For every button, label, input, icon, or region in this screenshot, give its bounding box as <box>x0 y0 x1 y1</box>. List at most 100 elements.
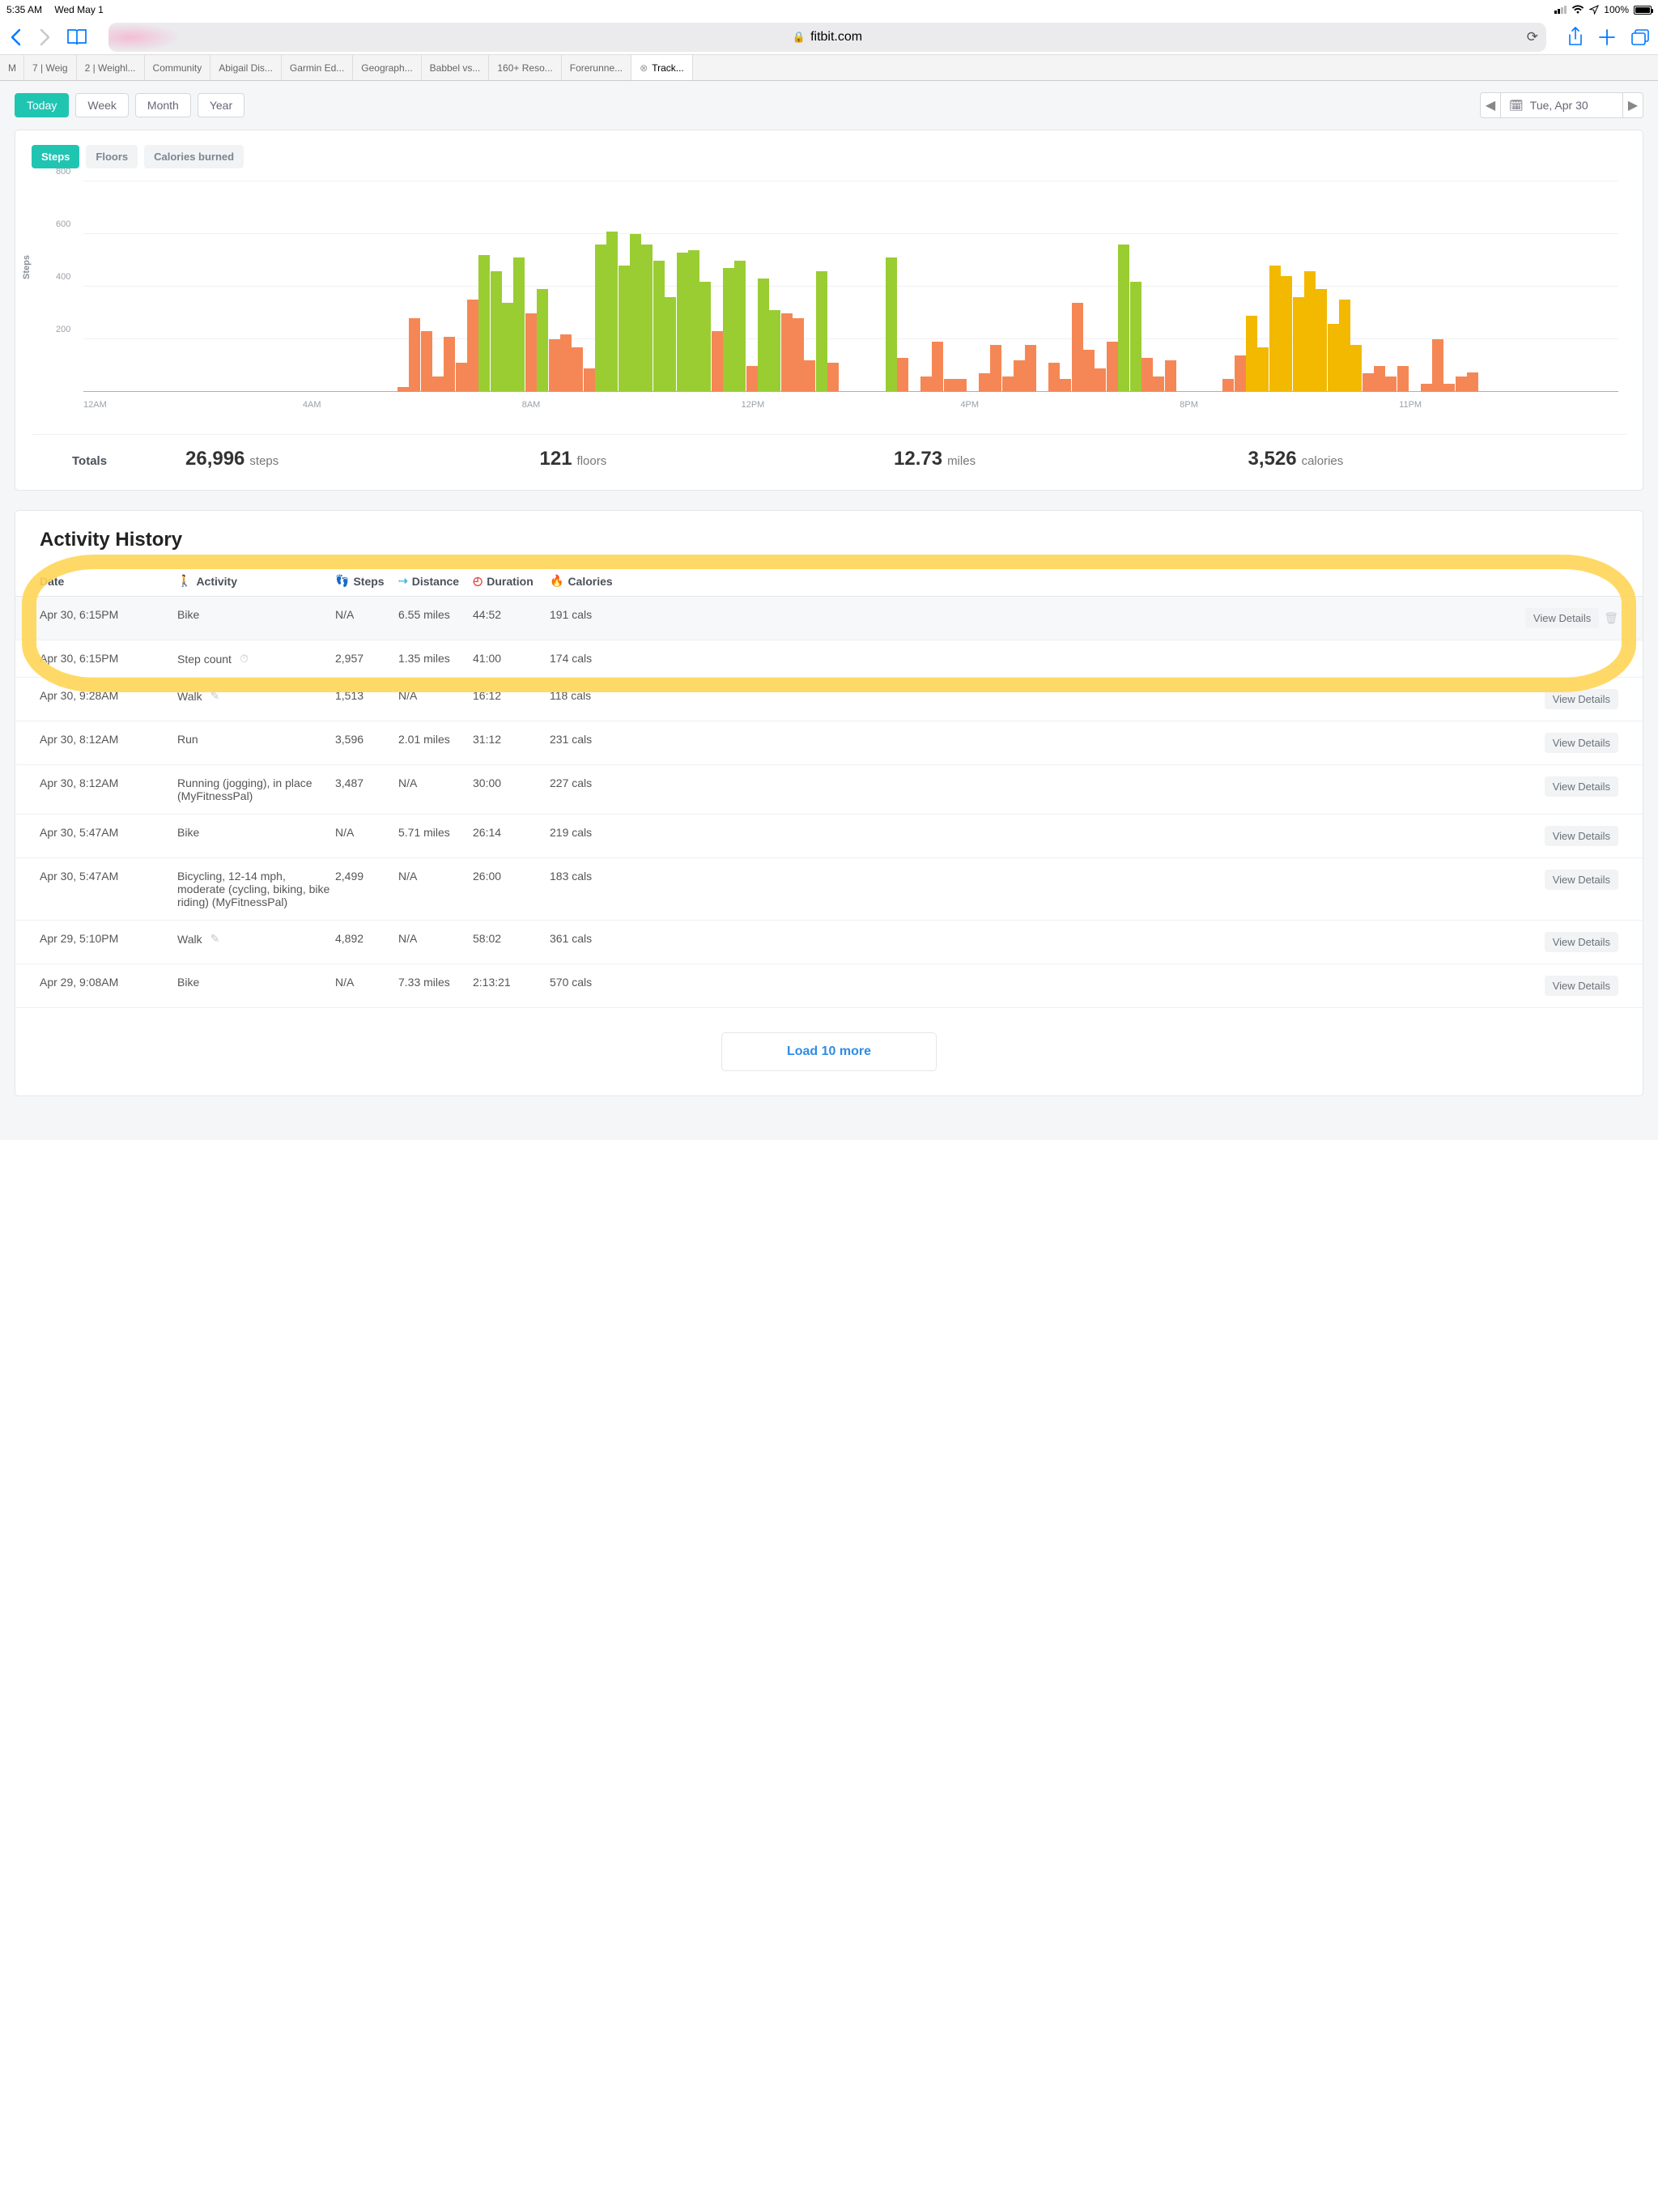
browser-tab-active[interactable]: ⊗Track... <box>631 55 693 80</box>
activity-history-card: Activity History Date 🚶 Activity 👣 Steps… <box>15 510 1643 1096</box>
range-year[interactable]: Year <box>198 93 244 117</box>
cell-calories: 231 cals <box>550 733 627 746</box>
cell-activity: Walk ✎ <box>177 689 335 703</box>
table-row[interactable]: Apr 30, 5:47AMBicycling, 12-14 mph, mode… <box>15 858 1643 921</box>
totals-row: Totals 26,996steps 121floors 12.73miles … <box>32 434 1626 490</box>
table-row[interactable]: Apr 30, 8:12AMRun3,5962.01 miles31:12231… <box>15 721 1643 765</box>
cell-activity: Run <box>177 733 335 746</box>
cell-distance: 2.01 miles <box>398 733 473 746</box>
chart-tab-floors[interactable]: Floors <box>86 145 138 168</box>
totals-calories: 3,526 <box>1248 448 1297 470</box>
cell-activity: Bicycling, 12-14 mph, moderate (cycling,… <box>177 870 335 908</box>
load-more-button[interactable]: Load 10 more <box>721 1032 937 1071</box>
table-row[interactable]: Apr 30, 6:15PMBikeN/A6.55 miles44:52191 … <box>15 597 1643 640</box>
cell-distance: N/A <box>398 932 473 945</box>
browser-tab[interactable]: 2 | Weighl... <box>77 55 145 80</box>
table-row[interactable]: Apr 30, 6:15PMStep count ⏱2,9571.35 mile… <box>15 640 1643 678</box>
range-today[interactable]: Today <box>15 93 69 117</box>
cell-calories: 361 cals <box>550 932 627 945</box>
cell-calories: 183 cals <box>550 870 627 883</box>
clock-icon: ⏱ <box>240 652 249 666</box>
cell-duration: 2:13:21 <box>473 976 550 989</box>
cell-steps: 1,513 <box>335 689 398 702</box>
cell-distance: 5.71 miles <box>398 826 473 839</box>
cell-date: Apr 30, 6:15PM <box>40 608 177 621</box>
col-steps: Steps <box>353 575 384 588</box>
activity-icon: 🚶 <box>177 574 191 588</box>
wifi-icon <box>1571 5 1584 15</box>
totals-label: Totals <box>72 454 185 468</box>
new-tab-button[interactable] <box>1598 28 1616 46</box>
chart-tab-steps[interactable]: Steps <box>32 145 79 168</box>
browser-tab[interactable]: 7 | Weig <box>24 55 77 80</box>
view-details-button[interactable]: View Details <box>1545 689 1618 709</box>
cell-activity: Step count ⏱ <box>177 652 335 666</box>
cell-calories: 570 cals <box>550 976 627 989</box>
range-controls: Today Week Month Year ◀ 🗓Tue, Apr 30 ▶ <box>0 81 1658 130</box>
range-week[interactable]: Week <box>75 93 129 117</box>
view-details-button[interactable]: View Details <box>1545 870 1618 890</box>
browser-tab[interactable]: Geograph... <box>353 55 421 80</box>
browser-tab[interactable]: 160+ Reso... <box>489 55 561 80</box>
view-details-button[interactable]: View Details <box>1545 976 1618 996</box>
cell-date: Apr 30, 6:15PM <box>40 652 177 665</box>
back-button[interactable] <box>8 26 23 49</box>
col-distance: Distance <box>412 575 459 588</box>
date-prev[interactable]: ◀ <box>1480 92 1501 118</box>
cell-calories: 227 cals <box>550 776 627 789</box>
table-row[interactable]: Apr 30, 5:47AMBikeN/A5.71 miles26:14219 … <box>15 815 1643 858</box>
delete-icon[interactable]: 🗑 <box>1604 611 1618 624</box>
cell-date: Apr 30, 5:47AM <box>40 870 177 883</box>
view-details-button[interactable]: View Details <box>1545 733 1618 753</box>
browser-tab[interactable]: Community <box>145 55 211 80</box>
table-row[interactable]: Apr 30, 9:28AMWalk ✎1,513N/A16:12118 cal… <box>15 678 1643 721</box>
table-row[interactable]: Apr 30, 8:12AMRunning (jogging), in plac… <box>15 765 1643 815</box>
reload-button[interactable]: ⟳ <box>1527 29 1538 45</box>
duration-icon: ◴ <box>473 574 483 588</box>
browser-tab[interactable]: Forerunne... <box>562 55 631 80</box>
browser-tab[interactable]: Garmin Ed... <box>282 55 353 80</box>
share-button[interactable] <box>1567 27 1584 48</box>
col-calories: Calories <box>568 575 612 588</box>
date-current[interactable]: 🗓Tue, Apr 30 <box>1501 92 1622 118</box>
view-details-button[interactable]: View Details <box>1545 776 1618 797</box>
date-next[interactable]: ▶ <box>1622 92 1643 118</box>
url-host: fitbit.com <box>810 30 862 45</box>
battery-percent: 100% <box>1604 4 1629 15</box>
cell-calories: 118 cals <box>550 689 627 702</box>
view-details-button[interactable]: View Details <box>1545 932 1618 952</box>
table-header: Date 🚶 Activity 👣 Steps ⇢ Distance ◴ Dur… <box>15 566 1643 597</box>
bookmarks-icon[interactable] <box>66 28 87 46</box>
cell-date: Apr 30, 8:12AM <box>40 776 177 789</box>
table-row[interactable]: Apr 29, 9:08AMBikeN/A7.33 miles2:13:2157… <box>15 964 1643 1008</box>
browser-tab[interactable]: M <box>0 55 24 80</box>
location-icon <box>1589 5 1599 15</box>
date-picker: ◀ 🗓Tue, Apr 30 ▶ <box>1480 92 1643 118</box>
calendar-icon: 🗓 <box>1509 99 1524 113</box>
cell-steps: 2,957 <box>335 652 398 665</box>
view-details-button[interactable]: View Details <box>1525 608 1599 628</box>
cell-distance: N/A <box>398 776 473 789</box>
cell-date: Apr 30, 5:47AM <box>40 826 177 839</box>
cell-duration: 26:14 <box>473 826 550 839</box>
lock-icon: 🔒 <box>793 31 806 44</box>
browser-tab[interactable]: Babbel vs... <box>422 55 490 80</box>
tabs-button[interactable] <box>1630 28 1650 46</box>
calories-icon: 🔥 <box>550 574 563 588</box>
table-row[interactable]: Apr 29, 5:10PMWalk ✎4,892N/A58:02361 cal… <box>15 921 1643 964</box>
address-bar[interactable]: 🔒 fitbit.com ⟳ <box>108 23 1546 52</box>
close-icon[interactable]: ⊗ <box>640 62 648 74</box>
view-details-button[interactable]: View Details <box>1545 826 1618 846</box>
cell-distance: 7.33 miles <box>398 976 473 989</box>
edit-icon[interactable]: ✎ <box>210 932 220 946</box>
steps-icon: 👣 <box>335 574 349 588</box>
range-month[interactable]: Month <box>135 93 191 117</box>
cell-date: Apr 29, 9:08AM <box>40 976 177 989</box>
cell-activity: Bike <box>177 608 335 621</box>
chart-tab-calories[interactable]: Calories burned <box>144 145 244 168</box>
edit-icon[interactable]: ✎ <box>210 689 220 703</box>
cell-steps: N/A <box>335 826 398 839</box>
browser-tab[interactable]: Abigail Dis... <box>210 55 282 80</box>
cell-steps: N/A <box>335 608 398 621</box>
forward-button[interactable] <box>37 26 52 49</box>
